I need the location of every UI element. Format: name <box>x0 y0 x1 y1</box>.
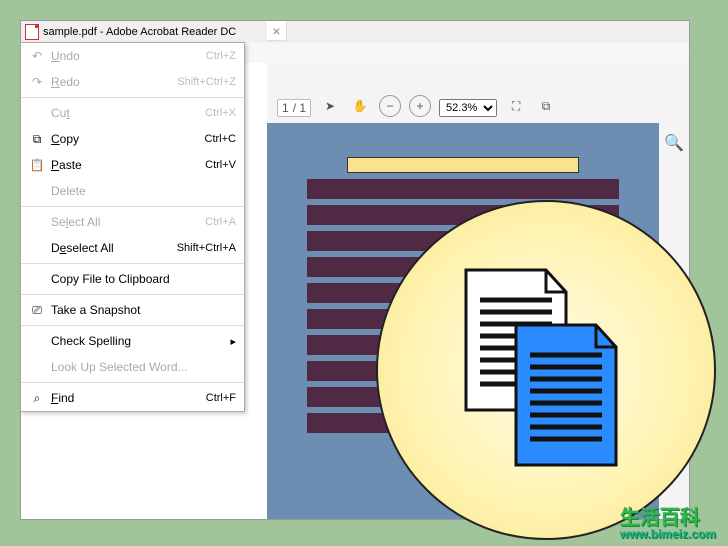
doc-line <box>307 179 619 199</box>
menu-find[interactable]: ⌕ Find Ctrl+F <box>21 385 244 411</box>
zoom-select[interactable]: 52.3% <box>439 99 497 117</box>
page-total: / 1 <box>293 101 306 115</box>
redo-icon: ↷ <box>27 75 47 89</box>
separator <box>21 325 244 326</box>
tab-close-button[interactable]: × <box>267 21 287 41</box>
window-title: sample.pdf - Adobe Acrobat Reader DC <box>43 26 236 38</box>
page-current: 1 <box>282 101 289 115</box>
menu-copy-file[interactable]: Copy File to Clipboard <box>21 266 244 292</box>
menu-deselect-all[interactable]: Deselect All Shift+Ctrl+A <box>21 235 244 261</box>
toolbar: 1 / 1 ➤ ✋ − + 52.3% ⛶ ⧉ <box>267 63 689 123</box>
paste-icon: 📋 <box>27 158 47 172</box>
separator <box>21 294 244 295</box>
doc-highlight <box>347 157 579 173</box>
selection-tool-icon[interactable]: ➤ <box>319 95 341 117</box>
menu-undo: ↶ Undo Ctrl+Z <box>21 43 244 69</box>
menu-copy[interactable]: ⧉ Copy Ctrl+C <box>21 126 244 152</box>
separator <box>21 382 244 383</box>
edit-menu-dropdown: ↶ Undo Ctrl+Z ↷ Redo Shift+Ctrl+Z Cut Ct… <box>20 42 245 412</box>
copy-icon: ⧉ <box>27 132 47 147</box>
watermark: 生活百科 www.bimeiz.com <box>620 508 716 540</box>
separator <box>21 263 244 264</box>
zoom-in-icon[interactable]: + <box>409 95 431 117</box>
watermark-url: www.bimeiz.com <box>620 528 716 540</box>
menu-redo: ↷ Redo Shift+Ctrl+Z <box>21 69 244 95</box>
menu-delete: Delete <box>21 178 244 204</box>
menu-snapshot[interactable]: ⎚ Take a Snapshot <box>21 297 244 323</box>
titlebar: sample.pdf - Adobe Acrobat Reader DC <box>21 21 689 43</box>
menu-select-all: Select All Ctrl+A <box>21 209 244 235</box>
camera-icon: ⎚ <box>27 303 47 318</box>
find-icon: ⌕ <box>27 391 47 406</box>
menu-paste[interactable]: 📋 Paste Ctrl+V <box>21 152 244 178</box>
page-indicator[interactable]: 1 / 1 <box>277 99 311 117</box>
copy-illustration <box>376 200 716 540</box>
zoom-out-icon[interactable]: − <box>379 95 401 117</box>
search-icon[interactable]: 🔍 <box>664 133 684 153</box>
separator <box>21 206 244 207</box>
undo-icon: ↶ <box>27 49 47 63</box>
watermark-text: 生活百科 <box>620 507 700 529</box>
menu-check-spelling[interactable]: Check Spelling ▸ <box>21 328 244 354</box>
copy-documents-icon <box>446 260 646 480</box>
hand-tool-icon[interactable]: ✋ <box>349 95 371 117</box>
fit-width-icon[interactable]: ⛶ <box>505 95 527 117</box>
reading-mode-icon[interactable]: ⧉ <box>535 95 557 117</box>
submenu-arrow-icon: ▸ <box>230 335 236 348</box>
menu-cut: Cut Ctrl+X <box>21 100 244 126</box>
pdf-icon <box>25 24 39 40</box>
separator <box>21 97 244 98</box>
menu-lookup-word: Look Up Selected Word... <box>21 354 244 380</box>
